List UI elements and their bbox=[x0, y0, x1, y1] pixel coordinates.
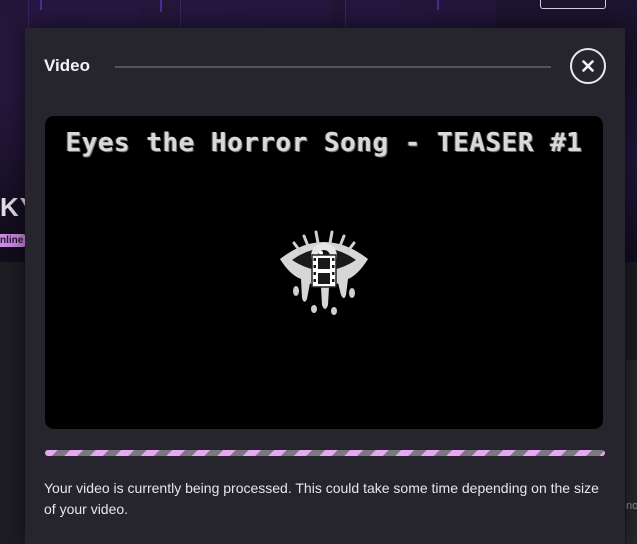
banner-accent bbox=[40, 0, 42, 10]
close-icon bbox=[582, 60, 594, 72]
close-button[interactable] bbox=[570, 48, 606, 84]
side-panel bbox=[626, 360, 637, 544]
background-text: no bbox=[626, 500, 637, 512]
banner-button[interactable] bbox=[540, 0, 606, 9]
banner-accent bbox=[160, 0, 162, 12]
banner-accent bbox=[437, 0, 439, 10]
processing-message: Your video is currently being processed.… bbox=[44, 480, 599, 517]
online-badge: nline bbox=[0, 234, 27, 247]
video-title: Eyes the Horror Song - TEASER #1 bbox=[65, 128, 583, 158]
video-modal: Video Eyes the Horror Song - TEASER #1 Y… bbox=[25, 28, 625, 544]
video-preview[interactable]: Eyes the Horror Song - TEASER #1 bbox=[45, 116, 603, 429]
film-strip-icon bbox=[311, 254, 337, 288]
processing-progress-bar bbox=[45, 450, 605, 456]
title-divider bbox=[115, 66, 551, 68]
modal-title: Video bbox=[44, 56, 90, 75]
